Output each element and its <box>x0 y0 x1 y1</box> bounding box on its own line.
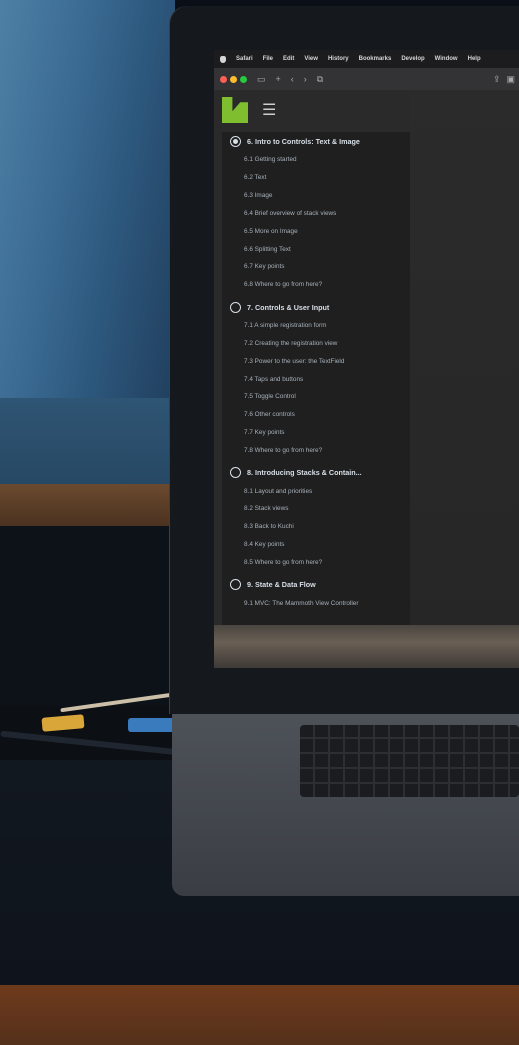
dark-cable <box>0 730 180 756</box>
chapter-label: 8. Introducing Stacks & Contain... <box>247 468 362 478</box>
apple-icon[interactable] <box>220 55 226 63</box>
toc-item[interactable]: 6.6 Splitting Text <box>222 240 410 258</box>
window-controls <box>220 75 247 83</box>
toc-item[interactable]: 7.6 Other controls <box>222 406 410 424</box>
table-of-contents: 6. Intro to Controls: Text & Image 6.1 G… <box>222 132 410 662</box>
toc-item[interactable]: 6.8 Where to go from here? <box>222 276 410 294</box>
toc-list-icon[interactable]: ☰ <box>262 100 276 120</box>
toc-item[interactable]: 8.2 Stack views <box>222 500 410 518</box>
sidebar-icon[interactable]: ▭ <box>257 74 266 85</box>
progress-circle-icon <box>230 579 241 591</box>
menu-view[interactable]: View <box>304 56 318 62</box>
back-icon[interactable]: ‹ <box>291 74 294 84</box>
toc-item[interactable]: 8.4 Key points <box>222 536 410 554</box>
toc-item[interactable]: 7.7 Key points <box>222 424 410 442</box>
menu-safari[interactable]: Safari <box>236 56 253 62</box>
menu-develop[interactable]: Develop <box>401 56 424 62</box>
screen-bottom-image <box>214 625 519 668</box>
toc-item[interactable]: 7.1 A simple registration form <box>222 317 410 335</box>
progress-circle-icon <box>230 136 241 147</box>
blue-wall-lower <box>0 398 175 486</box>
chapter-title-9[interactable]: 9. State & Data Flow <box>222 575 410 594</box>
laptop-screen: Safari File Edit View History Bookmarks … <box>214 50 519 668</box>
shadow-under-shelf <box>0 526 175 706</box>
mac-menubar: Safari File Edit View History Bookmarks … <box>214 50 519 68</box>
menu-help[interactable]: Help <box>468 56 481 62</box>
chapter-label: 6. Intro to Controls: Text & Image <box>247 137 360 146</box>
chapter-7: 7. Controls & User Input 7.1 A simple re… <box>222 298 410 464</box>
chapter-9: 9. State & Data Flow 9.1 MVC: The Mammot… <box>222 575 410 616</box>
toc-item[interactable]: 8.5 Where to go from here? <box>222 554 410 572</box>
toc-item[interactable]: 6.1 Getting started <box>222 151 410 169</box>
menu-file[interactable]: File <box>263 56 273 62</box>
menu-window[interactable]: Window <box>435 56 458 62</box>
close-button[interactable] <box>220 75 227 83</box>
chapter-label: 7. Controls & User Input <box>247 302 330 312</box>
desk-edge <box>0 985 519 1045</box>
content-area <box>410 90 519 668</box>
photo-scene: Safari File Edit View History Bookmarks … <box>0 0 519 1045</box>
zoom-button[interactable] <box>240 75 247 83</box>
tab-overview-icon[interactable]: ⧉ <box>317 74 323 85</box>
toc-item[interactable]: 7.2 Creating the registration view <box>222 334 410 352</box>
toc-item[interactable]: 8.3 Back to Kuchi <box>222 518 410 536</box>
toc-item[interactable]: 6.4 Brief overview of stack views <box>222 204 410 222</box>
toc-item[interactable]: 7.5 Toggle Control <box>222 388 410 406</box>
wooden-shelf <box>0 484 175 526</box>
chapter-6: 6. Intro to Controls: Text & Image 6.1 G… <box>222 132 410 298</box>
toc-item[interactable]: 6.3 Image <box>222 187 410 205</box>
raywenderlich-logo-icon[interactable] <box>222 97 248 123</box>
toc-item[interactable]: 6.5 More on Image <box>222 222 410 240</box>
blue-wall <box>0 0 175 400</box>
blue-plug <box>128 718 174 732</box>
menu-edit[interactable]: Edit <box>283 56 294 62</box>
progress-circle-icon <box>230 301 241 313</box>
toc-item[interactable]: 9.1 MVC: The Mammoth View Controller <box>222 594 410 612</box>
browser-toolbar: ▭ + ‹ › ⧉ ⇪ ▣ <box>214 68 519 90</box>
tabs-icon[interactable]: ▣ <box>506 74 515 85</box>
chapter-title-6[interactable]: 6. Intro to Controls: Text & Image <box>222 132 410 151</box>
menu-bookmarks[interactable]: Bookmarks <box>359 56 392 62</box>
forward-icon[interactable]: › <box>304 74 307 84</box>
toc-item[interactable]: 7.3 Power to the user: the TextField <box>222 352 410 370</box>
toc-item[interactable]: 6.2 Text <box>222 169 410 187</box>
yellow-plug <box>41 714 85 732</box>
chapter-label: 9. State & Data Flow <box>247 580 316 590</box>
minimize-button[interactable] <box>230 75 237 83</box>
toc-item[interactable]: 7.4 Taps and buttons <box>222 370 410 388</box>
chapter-8: 8. Introducing Stacks & Contain... 8.1 L… <box>222 463 410 575</box>
new-tab-icon[interactable]: + <box>276 74 281 84</box>
progress-circle-icon <box>230 467 241 479</box>
menu-history[interactable]: History <box>328 56 349 62</box>
toc-item[interactable]: 7.8 Where to go from here? <box>222 441 410 459</box>
laptop-keyboard <box>300 725 519 797</box>
share-icon[interactable]: ⇪ <box>493 74 501 85</box>
toc-item[interactable]: 6.7 Key points <box>222 258 410 276</box>
chapter-title-8[interactable]: 8. Introducing Stacks & Contain... <box>222 463 410 482</box>
toc-item[interactable]: 8.1 Layout and priorities <box>222 482 410 500</box>
chapter-title-7[interactable]: 7. Controls & User Input <box>222 298 410 317</box>
